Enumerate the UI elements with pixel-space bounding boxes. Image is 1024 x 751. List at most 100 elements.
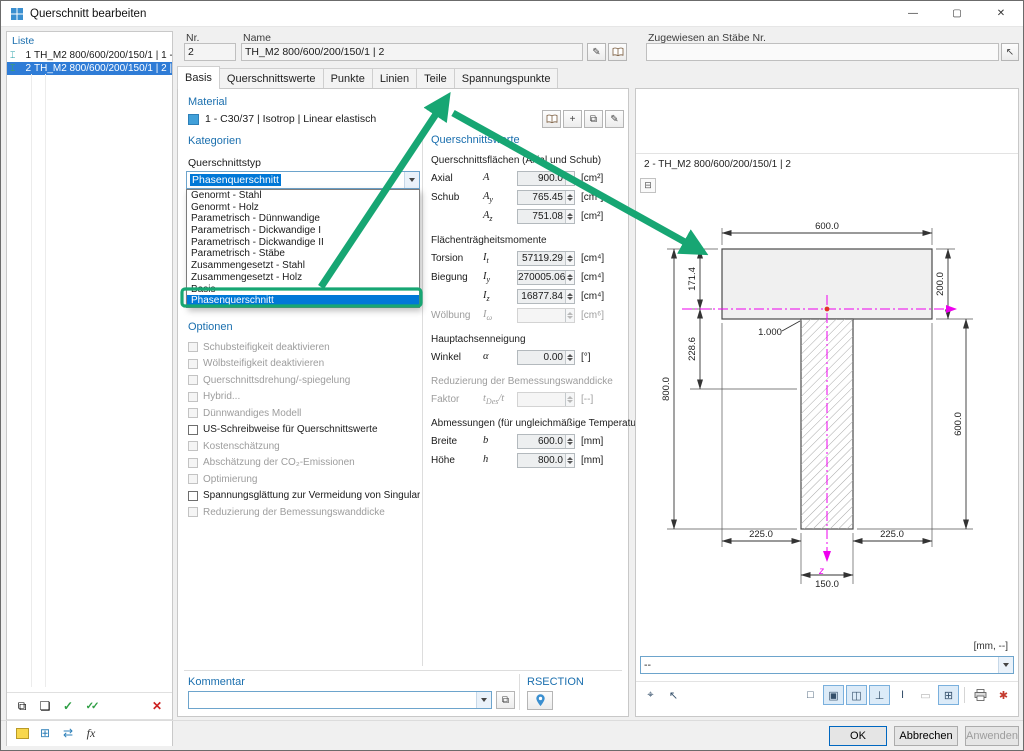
value-field-iy[interactable]: 270005.06 [517,270,575,285]
value-field-axial[interactable]: 900.0 [517,171,575,186]
werte-group-traegheit: Flächenträgheitsmomente Torsion It 57119… [431,235,628,325]
material-row[interactable]: 1 - C30/37 | Isotrop | Linear elastisch [188,113,538,125]
view-grid-button[interactable]: ⊞ [938,685,959,705]
section-drawing: 600.0 200.0 600.0 171.4 228.6 800.0 225.… [642,199,1014,629]
chevron-down-icon[interactable] [998,657,1013,673]
section-icon: ⌶ [10,63,22,74]
view-stress-points-button[interactable]: Ι [892,685,913,705]
z-axis-label: z [818,566,824,577]
tab-querschnittswerte[interactable]: Querschnittswerte [219,68,324,89]
table-view-button[interactable]: ⊞ [35,723,55,743]
dropdown-item[interactable]: Zusammengesetzt - Holz [187,272,419,284]
tab-teile[interactable]: Teile [416,68,455,89]
checkbox[interactable] [188,425,198,435]
material-new-button[interactable]: + [563,110,582,128]
option-us-schreibweise[interactable]: US-Schreibweise für Querschnittswerte [188,422,420,439]
querschnitt-dialog: Querschnitt bearbeiten — ▢ ✕ Liste ⌶ 1 T… [0,0,1024,751]
maximize-button[interactable]: ▢ [935,1,979,26]
ok-button[interactable]: OK [829,726,887,746]
querschnittstyp-label: Querschnittstyp [188,157,261,169]
tab-punkte[interactable]: Punkte [323,68,373,89]
view-axes-button[interactable]: ⊥ [869,685,890,705]
dropdown-item[interactable]: Parametrisch - Dickwandige II [187,237,419,249]
print-button[interactable] [970,685,991,705]
value-field-az[interactable]: 751.08 [517,209,575,224]
tree-guide [31,74,32,687]
list-item-1[interactable]: ⌶ 1 TH_M2 800/600/200/150/1 | 1 - C [7,49,172,62]
render-settings-button[interactable]: ✱ [993,685,1014,705]
chevron-down-icon[interactable] [476,692,491,708]
close-button[interactable]: ✕ [979,1,1023,26]
option-spannungsglaettung[interactable]: Spannungsglättung zur Vermeidung von Sin… [188,488,420,505]
name-field[interactable]: TH_M2 800/600/200/150/1 | 2 [241,43,583,61]
preview-combo[interactable]: -- [640,656,1014,674]
apply-all-button[interactable]: ✓✓ [81,696,101,716]
minimize-button[interactable]: — [891,1,935,26]
dropdown-item[interactable]: Parametrisch - Dünnwandige [187,213,419,225]
copy-comment-button[interactable]: ⧉ [496,691,515,709]
dim-web-width: 150.0 [815,579,839,590]
chevron-down-icon[interactable] [404,172,419,188]
library-button[interactable] [608,43,627,61]
pointer-button[interactable]: ↖ [663,685,684,705]
material-copy-button[interactable]: ⧉ [584,110,603,128]
nr-field[interactable]: 2 [184,43,236,61]
spinner[interactable] [565,271,574,284]
row-biegung-iy: Biegung Iy 270005.06 [cm⁴] [431,268,628,287]
rsection-export-button[interactable] [527,691,553,710]
row-breite: Breite b 600.0 [mm] [431,432,628,451]
spinner[interactable] [565,252,574,265]
spinner[interactable] [565,210,574,223]
value-field-hoehe[interactable]: 800.0 [517,453,575,468]
select-rect-button[interactable]: □ [800,685,821,705]
spinner[interactable] [565,351,574,364]
view-solid-button[interactable]: ▣ [823,685,844,705]
view-parts-button[interactable]: ◫ [846,685,867,705]
assigned-field[interactable] [646,43,999,61]
value-field-iz[interactable]: 16877.84 [517,289,575,304]
color-swatch-button[interactable] [12,723,32,743]
spinner[interactable] [565,454,574,467]
spinner[interactable] [565,191,574,204]
material-edit-button[interactable]: ✎ [605,110,624,128]
material-library-button[interactable] [542,110,561,128]
function-button[interactable]: fx [81,723,101,743]
value-field-it[interactable]: 57119.29 [517,251,575,266]
kommentar-row: ⧉ [188,691,515,709]
dropdown-item[interactable]: Zusammengesetzt - Stahl [187,260,419,272]
section-icon: ⌶ [10,50,22,61]
exchange-button[interactable]: ⇄ [58,723,78,743]
dim-axis-to-mid: 228.6 [687,337,698,361]
spinner[interactable] [565,435,574,448]
collapse-button[interactable]: ⊟ [640,178,656,193]
value-field-breite[interactable]: 600.0 [517,434,575,449]
duplicate-section-button[interactable]: ❏ [35,696,55,716]
dropdown-item[interactable]: Parametrisch - Dickwandige I [187,225,419,237]
pick-members-button[interactable]: ↖ [1001,43,1019,61]
apply-check-button[interactable]: ✓ [58,696,78,716]
dropdown-item[interactable]: Genormt - Holz [187,202,419,214]
tab-basis[interactable]: Basis [177,66,220,89]
cancel-button[interactable]: Abbrechen [894,726,958,746]
spinner[interactable] [565,290,574,303]
value-field-ay[interactable]: 765.45 [517,190,575,205]
dropdown-item[interactable]: Parametrisch - Stäbe [187,248,419,260]
divider [636,153,1018,154]
dropdown-item[interactable]: Genormt - Stahl [187,190,419,202]
dropdown-item[interactable]: Basis [187,284,419,296]
tab-linien[interactable]: Linien [372,68,417,89]
value-field-winkel[interactable]: 0.00 [517,350,575,365]
dropdown-item-phasenquerschnitt[interactable]: Phasenquerschnitt [187,295,419,307]
tab-spannungspunkte[interactable]: Spannungspunkte [454,68,559,89]
optionen-section-title: Optionen [188,321,233,333]
copy-section-button[interactable]: ⧉ [12,696,32,716]
center-view-button[interactable]: ⌖ [640,685,661,705]
checkbox [188,458,198,468]
option-co2-abschaetzung: Abschätzung der CO₂-Emissionen [188,455,420,472]
spinner[interactable] [565,172,574,185]
querschnittstyp-combo[interactable]: Phasenquerschnitt [186,171,420,189]
edit-name-button[interactable]: ✎ [587,43,606,61]
kommentar-input[interactable] [188,691,492,709]
delete-section-button[interactable]: ✕ [147,696,167,716]
checkbox[interactable] [188,491,198,501]
